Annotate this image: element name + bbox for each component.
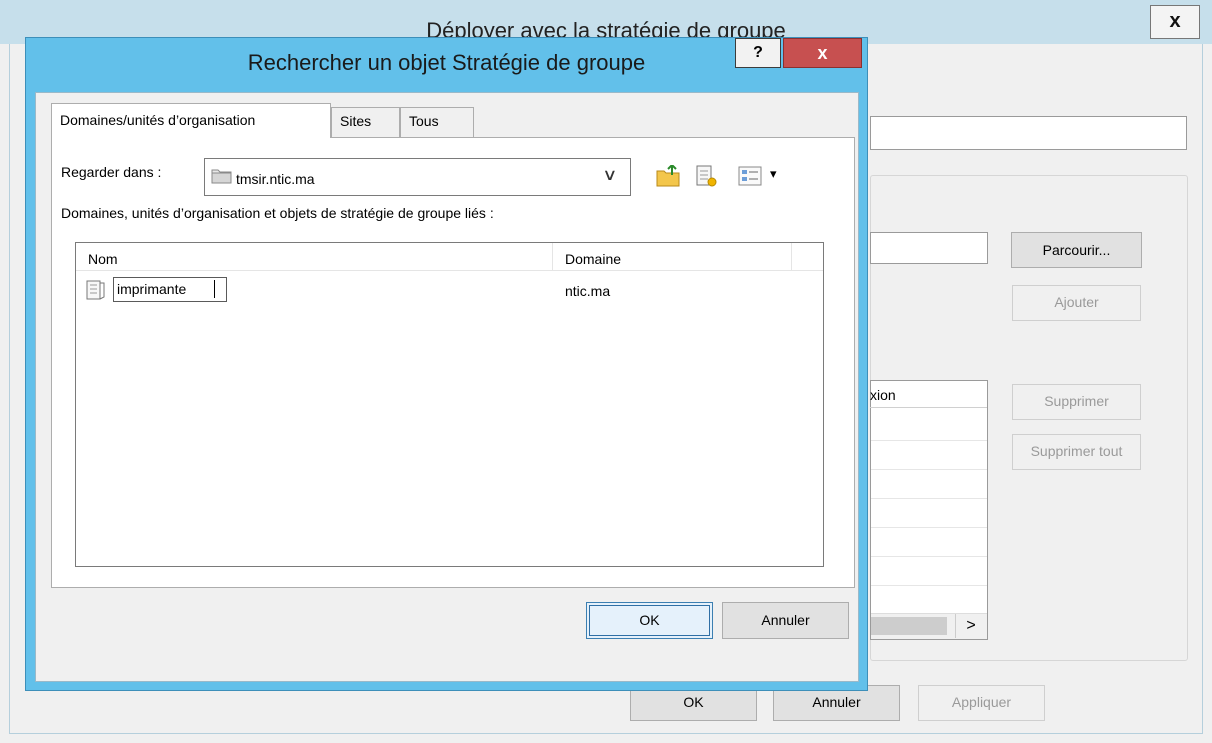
new-gpo-icon[interactable] xyxy=(695,164,717,188)
tab-sites[interactable]: Sites xyxy=(331,107,400,138)
list-description-label: Domaines, unités d’organisation et objet… xyxy=(61,205,494,221)
scroll-right-button[interactable]: > xyxy=(955,614,986,638)
remove-button[interactable]: Supprimer xyxy=(1012,384,1141,420)
add-button[interactable]: Ajouter xyxy=(1012,285,1141,321)
tab-all[interactable]: Tous xyxy=(400,107,474,138)
domain-folder-icon xyxy=(211,169,232,184)
ok-button[interactable]: OK xyxy=(586,602,713,639)
list-row-divider xyxy=(871,498,987,499)
scrollbar-thumb[interactable] xyxy=(871,617,947,635)
gpo-name-edit-field[interactable]: imprimante xyxy=(113,277,227,302)
background-close-button[interactable]: x xyxy=(1150,5,1200,39)
view-dropdown-arrow-icon[interactable]: ▾ xyxy=(770,166,777,182)
background-list[interactable] xyxy=(870,380,988,640)
text-caret xyxy=(214,280,215,298)
column-header-filler xyxy=(792,243,823,271)
list-row-divider xyxy=(871,527,987,528)
background-textbox[interactable] xyxy=(870,116,1187,150)
list-row-divider xyxy=(871,585,987,586)
gpo-icon xyxy=(86,280,105,300)
list-row-divider xyxy=(871,469,987,470)
remove-all-button[interactable]: Supprimer tout xyxy=(1012,434,1141,470)
help-button[interactable]: ? xyxy=(735,38,781,68)
list-row-divider xyxy=(871,440,987,441)
gpo-domain-cell: ntic.ma xyxy=(565,283,611,299)
view-menu-icon[interactable] xyxy=(738,166,762,186)
column-header-domain[interactable]: Domaine xyxy=(553,243,792,271)
chevron-down-icon[interactable]: ∨ xyxy=(602,165,617,185)
background-input[interactable] xyxy=(870,232,988,264)
apply-button[interactable]: Appliquer xyxy=(918,685,1045,721)
folder-up-icon[interactable] xyxy=(656,165,681,187)
list-row-divider xyxy=(871,556,987,557)
tab-domains-ous[interactable]: Domaines/unités d’organisation xyxy=(51,103,331,138)
dialog-close-button[interactable]: x xyxy=(783,38,862,68)
cancel-button[interactable]: Annuler xyxy=(722,602,849,639)
look-in-label: Regarder dans : xyxy=(61,164,162,180)
look-in-value: tmsir.ntic.ma xyxy=(236,171,315,187)
background-list-header: xion xyxy=(870,381,987,408)
column-header-name[interactable]: Nom xyxy=(76,243,553,271)
browse-button[interactable]: Parcourir... xyxy=(1011,232,1142,268)
